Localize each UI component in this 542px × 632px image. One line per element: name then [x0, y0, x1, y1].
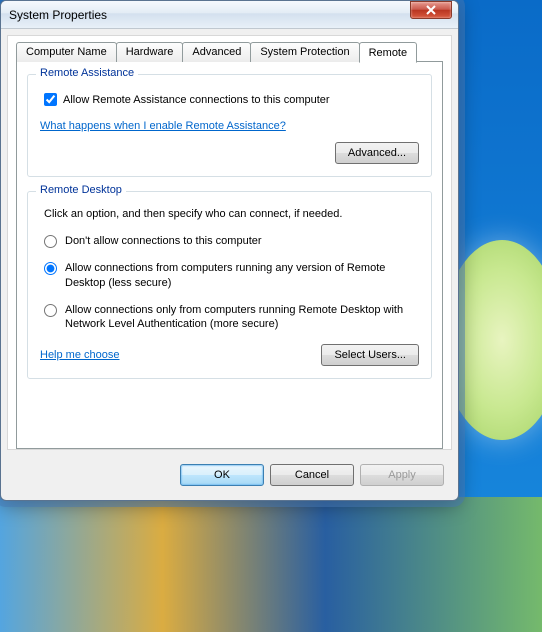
help-me-choose-link[interactable]: Help me choose — [40, 349, 120, 361]
radio-nla-only-label: Allow connections only from computers ru… — [65, 303, 419, 333]
close-button[interactable] — [410, 1, 452, 19]
radio-dont-allow-label: Don't allow connections to this computer — [65, 234, 262, 249]
tab-strip: Computer Name Hardware Advanced System P… — [16, 42, 443, 62]
select-users-button[interactable]: Select Users... — [321, 344, 419, 366]
tab-computer-name[interactable]: Computer Name — [16, 42, 117, 62]
radio-any-version-label: Allow connections from computers running… — [65, 261, 419, 291]
tab-panel-remote: Remote Assistance Allow Remote Assistanc… — [16, 61, 443, 449]
allow-remote-assistance-label: Allow Remote Assistance connections to t… — [63, 94, 330, 106]
remote-desktop-instruction: Click an option, and then specify who ca… — [44, 208, 415, 220]
cancel-button[interactable]: Cancel — [270, 464, 354, 486]
group-remote-desktop: Remote Desktop Click an option, and then… — [27, 191, 432, 379]
tab-system-protection[interactable]: System Protection — [250, 42, 359, 62]
system-properties-dialog: System Properties Computer Name Hardware… — [0, 0, 459, 501]
apply-button[interactable]: Apply — [360, 464, 444, 486]
dialog-button-row: OK Cancel Apply — [1, 456, 458, 500]
desktop-wallpaper-strip — [0, 497, 542, 632]
tab-remote[interactable]: Remote — [359, 42, 418, 63]
radio-dont-allow[interactable] — [44, 235, 57, 248]
group-title-remote-assistance: Remote Assistance — [36, 67, 138, 79]
tab-advanced[interactable]: Advanced — [182, 42, 251, 62]
titlebar[interactable]: System Properties — [1, 1, 458, 29]
allow-remote-assistance-checkbox[interactable] — [44, 93, 57, 106]
radio-nla-only[interactable] — [44, 304, 57, 317]
remote-assistance-advanced-button[interactable]: Advanced... — [335, 142, 419, 164]
group-title-remote-desktop: Remote Desktop — [36, 184, 126, 196]
group-remote-assistance: Remote Assistance Allow Remote Assistanc… — [27, 74, 432, 177]
close-icon — [426, 5, 436, 15]
radio-any-version[interactable] — [44, 262, 57, 275]
window-title: System Properties — [9, 8, 410, 22]
ok-button[interactable]: OK — [180, 464, 264, 486]
tab-hardware[interactable]: Hardware — [116, 42, 184, 62]
dialog-content: Computer Name Hardware Advanced System P… — [7, 35, 452, 450]
remote-assistance-help-link[interactable]: What happens when I enable Remote Assist… — [40, 120, 286, 132]
